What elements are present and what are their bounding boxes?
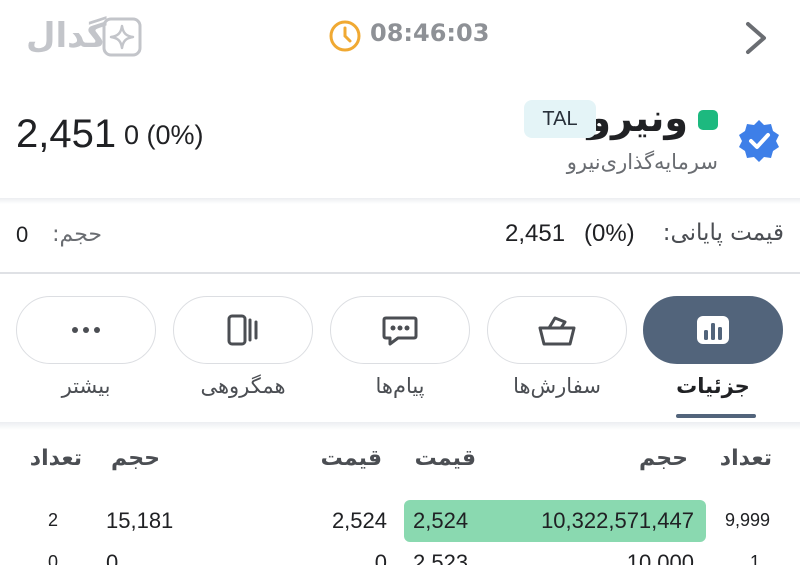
sell-count: 0 (48, 552, 59, 565)
final-price-percent: (0%) (584, 220, 635, 247)
buy-volume: 10,322,571,447 (541, 508, 694, 533)
sell-volume-header: حجم (111, 446, 160, 471)
tab-messages[interactable] (330, 296, 470, 364)
sell-price: 0 (374, 550, 387, 565)
sell-count: 2 (48, 510, 59, 530)
basket-icon (538, 316, 576, 346)
sell-volume: 0 (106, 550, 119, 565)
last-price: 2,451 (16, 112, 117, 156)
tab-label-group[interactable]: همگروهی (168, 374, 318, 398)
chat-icon (382, 316, 418, 346)
sell-count-header: تعداد (29, 446, 82, 471)
group-icon (227, 314, 258, 346)
buy-count-header: تعداد (719, 446, 772, 471)
more-icon (72, 327, 100, 333)
clock-icon (329, 20, 361, 52)
ticker-badge: TAL (524, 100, 596, 138)
symbol-name: ونیرو (587, 96, 688, 140)
volume-label: حجم: (52, 222, 102, 247)
market-status-dot (698, 110, 718, 130)
verified-badge-icon (739, 120, 779, 162)
buy-volume-header: حجم (639, 446, 688, 471)
buy-count: 9,999 (724, 510, 770, 530)
price-summary-row: قیمت پایانی: (0%) 2,451 حجم: 0 (0, 204, 800, 270)
chevron-right-icon[interactable] (740, 18, 772, 58)
sell-price: 2,524 (331, 508, 387, 533)
clock-time: 08:46:03 (370, 19, 490, 47)
sell-price-header: قیمت (320, 446, 382, 471)
tab-more[interactable] (16, 296, 156, 364)
top-bar: گدال 08:46:03 (0, 0, 800, 76)
tab-orders[interactable] (487, 296, 627, 364)
buy-count: 1 (749, 552, 760, 565)
buy-price: 2,524 (413, 508, 469, 533)
tab-details[interactable] (643, 296, 783, 364)
final-price-label: قیمت پایانی: (662, 220, 784, 246)
divider (0, 272, 800, 274)
active-tab-indicator (676, 414, 756, 418)
brand-logo: گدال (26, 16, 107, 56)
tab-label-orders[interactable]: سفارش‌ها (482, 374, 632, 398)
sell-volume: 15,181 (106, 508, 174, 533)
tab-label-details[interactable]: جزئیات (638, 374, 788, 398)
company-name: سرمایه‌گذاری‌نیرو (566, 150, 718, 174)
buy-volume: 10,000 (626, 550, 694, 565)
price-change: 0 (0%) (124, 120, 204, 150)
buy-price-header: قیمت (414, 446, 476, 471)
tab-label-more[interactable]: بیشتر (11, 374, 161, 398)
sparkle-icon[interactable] (102, 17, 142, 57)
volume-value: 0 (16, 222, 29, 247)
final-price-value: 2,451 (505, 220, 566, 247)
divider (0, 422, 800, 430)
tab-label-messages[interactable]: پیام‌ها (325, 374, 475, 398)
chart-icon (697, 316, 729, 344)
tab-group[interactable] (173, 296, 313, 364)
buy-price: 2,523 (413, 550, 469, 565)
